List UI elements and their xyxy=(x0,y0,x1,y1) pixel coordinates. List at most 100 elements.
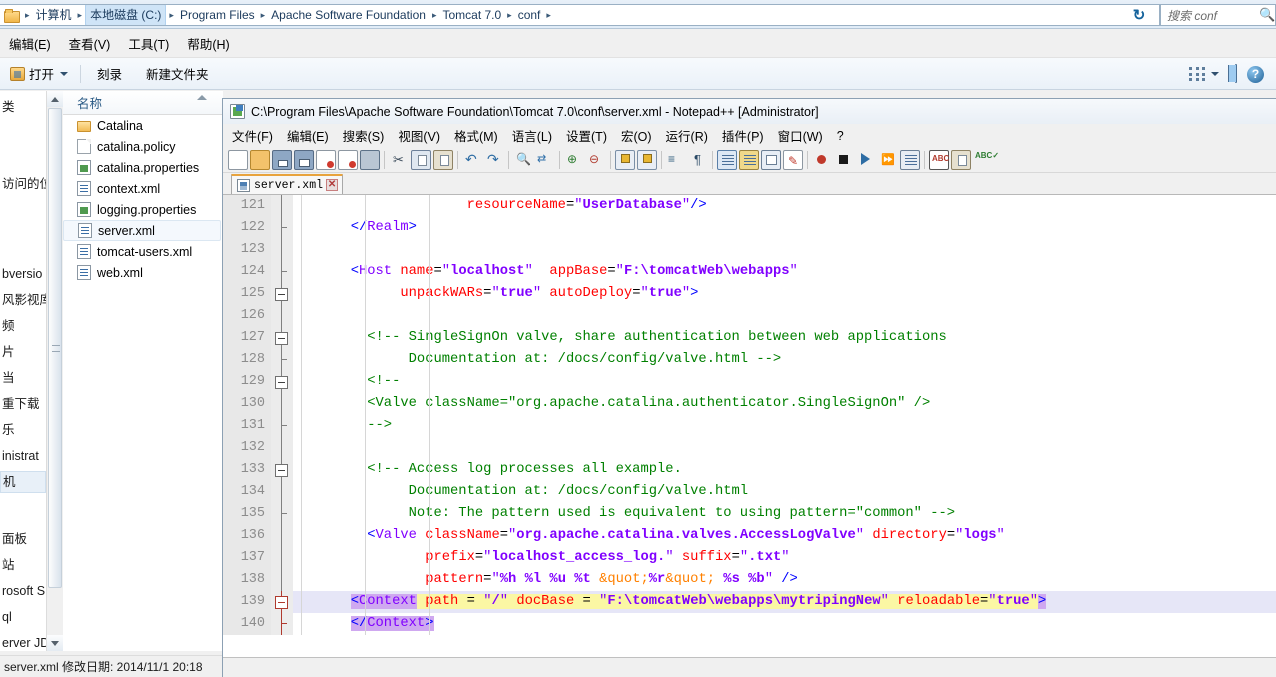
fold-collapse-icon[interactable] xyxy=(275,332,288,345)
fold-margin[interactable] xyxy=(271,393,293,415)
npp-menu-item-7[interactable]: 宏(O) xyxy=(614,124,659,147)
indent-guide-icon[interactable] xyxy=(717,149,737,170)
sync-scroll-v-icon[interactable] xyxy=(615,149,635,170)
save-all-icon[interactable] xyxy=(294,149,314,170)
fold-margin[interactable] xyxy=(271,591,293,613)
tab-server-xml[interactable]: server.xml ✕ xyxy=(231,174,344,194)
breadcrumb-item-4[interactable]: Tomcat 7.0 xyxy=(439,5,504,25)
fold-margin[interactable] xyxy=(271,327,293,349)
npp-menu-item-2[interactable]: 搜索(S) xyxy=(336,124,392,147)
explorer-menu-item-2[interactable]: 工具(T) xyxy=(119,31,178,56)
doc-map-icon[interactable] xyxy=(761,149,781,170)
code-line-134[interactable]: 134 Documentation at: /docs/config/valve… xyxy=(223,481,1276,503)
address-path-box[interactable]: ▸ 计算机 ▸ 本地磁盘 (C:) ▸ Program Files ▸ Apache Soft… xyxy=(0,4,1160,26)
explorer-menu-item-0[interactable]: 编辑(E) xyxy=(0,31,60,56)
breadcrumb-separator[interactable]: ▸ xyxy=(429,10,440,21)
nav-item-2[interactable]: bversio xyxy=(0,263,46,285)
file-list-item[interactable]: logging.properties xyxy=(63,199,223,220)
fold-collapse-icon[interactable] xyxy=(275,288,288,301)
breadcrumb-separator-end[interactable]: ▸ xyxy=(543,10,554,21)
breadcrumb-separator[interactable]: ▸ xyxy=(504,10,515,21)
breadcrumb-separator[interactable]: ▸ xyxy=(22,10,33,21)
fold-margin[interactable] xyxy=(271,283,293,305)
file-list-item[interactable]: Catalina xyxy=(63,115,223,136)
breadcrumb-item-1[interactable]: 本地磁盘 (C:) xyxy=(85,5,167,25)
fold-margin[interactable] xyxy=(271,481,293,503)
zoom-in-icon[interactable]: ⊕ xyxy=(564,150,584,170)
code-line-132[interactable]: 132 xyxy=(223,437,1276,459)
refresh-button[interactable]: ↻ xyxy=(1126,3,1152,26)
nav-item-3[interactable]: 风影视库 xyxy=(0,289,46,311)
fold-collapse-icon[interactable] xyxy=(275,376,288,389)
fold-collapse-icon[interactable] xyxy=(275,464,288,477)
show-all-chars-icon[interactable]: ¶ xyxy=(688,150,708,170)
npp-menu-item-9[interactable]: 插件(P) xyxy=(715,124,771,147)
record-macro-icon[interactable] xyxy=(812,150,832,170)
print-icon[interactable] xyxy=(360,149,380,170)
undo-icon[interactable]: ↶ xyxy=(462,150,482,170)
file-list-item[interactable]: tomcat-users.xml xyxy=(63,241,223,262)
code-line-122[interactable]: 122 </Realm> xyxy=(223,217,1276,239)
zoom-out-icon[interactable]: ⊖ xyxy=(586,150,606,170)
redo-icon[interactable]: ↷ xyxy=(484,150,504,170)
paste-icon[interactable] xyxy=(433,149,453,170)
code-line-129[interactable]: 129 <!-- xyxy=(223,371,1276,393)
fold-margin[interactable] xyxy=(271,613,293,635)
breadcrumb-item-2[interactable]: Program Files xyxy=(177,5,258,25)
fold-margin[interactable] xyxy=(271,349,293,371)
code-line-123[interactable]: 123 xyxy=(223,239,1276,261)
fold-margin[interactable] xyxy=(271,415,293,437)
code-line-140[interactable]: 140 </Context> xyxy=(223,613,1276,635)
user-defined-lang-icon[interactable] xyxy=(739,149,759,170)
fold-margin[interactable] xyxy=(271,459,293,481)
copy-icon[interactable] xyxy=(411,149,431,170)
change-view-button[interactable] xyxy=(1183,67,1225,81)
fold-margin[interactable] xyxy=(271,547,293,569)
fold-margin[interactable] xyxy=(271,525,293,547)
nav-item-4[interactable]: 频 xyxy=(0,315,46,337)
npp-menu-item-0[interactable]: 文件(F) xyxy=(225,124,280,147)
code-line-126[interactable]: 126 xyxy=(223,305,1276,327)
burn-button[interactable]: 刻录 xyxy=(85,64,134,83)
fold-margin[interactable] xyxy=(271,305,293,327)
search-input[interactable]: 搜索 conf 🔍 xyxy=(1160,4,1276,26)
cut-icon[interactable]: ✂ xyxy=(389,150,409,170)
preview-pane-button[interactable] xyxy=(1225,64,1247,83)
file-list-item[interactable]: server.xml xyxy=(63,220,221,241)
code-line-137[interactable]: 137 prefix="localhost_access_log." suffi… xyxy=(223,547,1276,569)
code-editor[interactable]: 121 resourceName="UserDatabase"/> 122 </R… xyxy=(223,195,1276,661)
fold-margin[interactable] xyxy=(271,195,293,217)
fold-margin[interactable] xyxy=(271,569,293,591)
file-list-item[interactable]: catalina.policy xyxy=(63,136,223,157)
breadcrumb-item-5[interactable]: conf xyxy=(515,5,544,25)
npp-menu-item-10[interactable]: 窗口(W) xyxy=(771,124,830,147)
code-line-135[interactable]: 135 Note: The pattern used is equivalent… xyxy=(223,503,1276,525)
breadcrumb-separator[interactable]: ▸ xyxy=(258,10,269,21)
word-wrap-icon[interactable]: ≡ xyxy=(666,150,686,170)
code-line-133[interactable]: 133 <!-- Access log processes all exampl… xyxy=(223,459,1276,481)
abc-check-icon[interactable]: ABC✓ xyxy=(973,150,999,170)
breadcrumb-separator[interactable]: ▸ xyxy=(166,10,177,21)
scroll-up-button[interactable] xyxy=(47,91,63,107)
stop-macro-icon[interactable] xyxy=(834,150,854,170)
code-line-121[interactable]: 121 resourceName="UserDatabase"/> xyxy=(223,195,1276,217)
nav-item-15[interactable]: erver JD xyxy=(0,632,46,651)
fold-margin[interactable] xyxy=(271,437,293,459)
nav-item-14[interactable]: ql xyxy=(0,606,46,628)
explorer-menu-item-1[interactable]: 查看(V) xyxy=(60,31,120,56)
save-icon[interactable] xyxy=(272,149,292,170)
code-line-138[interactable]: 138 pattern="%h %l %u %t &quot;%r&quot; … xyxy=(223,569,1276,591)
code-line-130[interactable]: 130 <Valve className="org.apache.catalin… xyxy=(223,393,1276,415)
new-file-icon[interactable] xyxy=(228,149,248,170)
file-list-item[interactable]: web.xml xyxy=(63,262,223,283)
code-line-131[interactable]: 131 --> xyxy=(223,415,1276,437)
code-line-124[interactable]: 124 <Host name="localhost" appBase="F:\t… xyxy=(223,261,1276,283)
nav-item-10[interactable]: 机 xyxy=(0,471,46,493)
navigation-pane-scrollbar[interactable] xyxy=(46,91,63,651)
nav-item-12[interactable]: 站 xyxy=(0,554,46,576)
breadcrumb-item-3[interactable]: Apache Software Foundation xyxy=(268,5,429,25)
file-list-item[interactable]: context.xml xyxy=(63,178,223,199)
spell-check-icon[interactable]: ABC xyxy=(929,149,949,170)
scrollbar-thumb[interactable] xyxy=(48,108,62,588)
nav-item-7[interactable]: 重下载 xyxy=(0,393,46,415)
